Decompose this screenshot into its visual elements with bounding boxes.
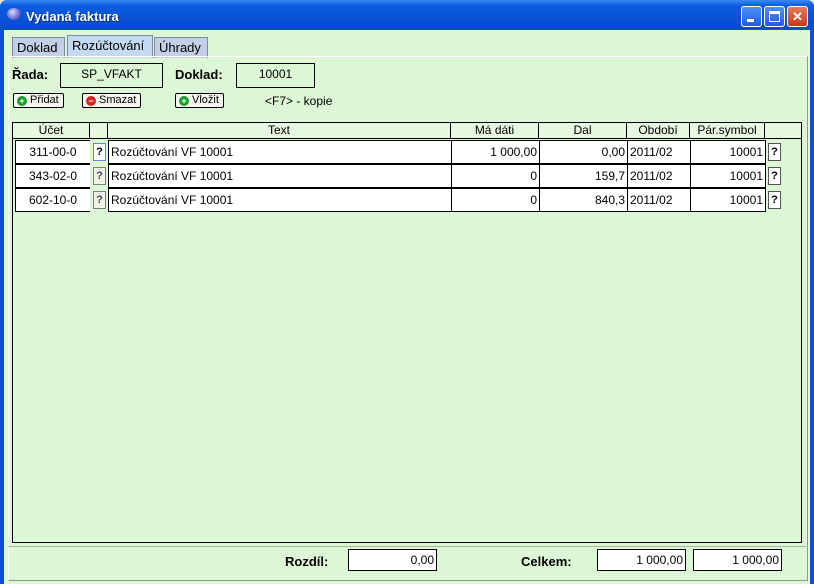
maximize-icon xyxy=(769,11,780,22)
cell-obdobi[interactable]: 2011/02 xyxy=(627,188,690,212)
cell-text[interactable]: Rozúčtování VF 10001 xyxy=(108,188,451,212)
delete-button-label: Smazat xyxy=(99,94,137,106)
doklad-field[interactable]: 10001 xyxy=(236,63,315,88)
accounting-grid: Účet Text Má dáti Dal Období Pár.symbol … xyxy=(12,122,802,543)
doklad-label: Doklad: xyxy=(175,67,223,82)
footer-divider xyxy=(8,546,808,547)
copy-hint: <F7> - kopie xyxy=(265,94,333,108)
cell-text[interactable]: Rozúčtování VF 10001 xyxy=(108,140,451,164)
invoice-window: Vydaná faktura ✕ Doklad Rozúčtování Úhra… xyxy=(0,0,814,584)
delete-button[interactable]: − Smazat xyxy=(82,93,142,108)
cell-par-symbol[interactable]: 10001 xyxy=(690,140,766,164)
rozdil-field: 0,00 xyxy=(348,549,437,571)
column-header-ma-dati[interactable]: Má dáti xyxy=(451,123,539,139)
rozdil-label: Rozdíl: xyxy=(285,554,329,569)
cell-ucet[interactable]: 602-10-0 xyxy=(15,188,90,212)
app-icon xyxy=(7,8,21,20)
maximize-button[interactable] xyxy=(764,6,785,27)
celkem-label: Celkem: xyxy=(521,554,572,569)
rada-field[interactable]: SP_VFAKT xyxy=(60,63,163,88)
table-row[interactable]: 602-10-0 ? Rozúčtování VF 10001 0 840,3 … xyxy=(13,188,803,212)
column-header-dal[interactable]: Dal xyxy=(539,123,627,139)
cell-dal[interactable]: 159,7 xyxy=(539,164,627,188)
symbol-lookup-button[interactable]: ? xyxy=(768,191,781,209)
cell-ucet[interactable]: 343-02-0 xyxy=(15,164,90,188)
celkem-ma-dati-field: 1 000,00 xyxy=(597,549,686,571)
cell-dal[interactable]: 0,00 xyxy=(539,140,627,164)
insert-button[interactable]: + Vložit xyxy=(175,93,224,108)
tab-rozuctovani[interactable]: Rozúčtování xyxy=(67,35,153,58)
tab-uhrady[interactable]: Úhrady xyxy=(154,37,208,58)
cell-ma-dati[interactable]: 1 000,00 xyxy=(451,140,539,164)
column-header-obdobi[interactable]: Období xyxy=(627,123,690,139)
minimize-button[interactable] xyxy=(741,6,762,27)
add-button-label: Přidat xyxy=(30,94,59,106)
window-client: Doklad Rozúčtování Úhrady Řada: SP_VFAKT… xyxy=(4,30,810,584)
symbol-lookup-button[interactable]: ? xyxy=(768,143,781,161)
minimize-icon xyxy=(747,19,754,22)
account-lookup-button[interactable]: ? xyxy=(93,143,106,161)
window-title: Vydaná faktura xyxy=(26,9,119,24)
column-header-lookup xyxy=(90,123,108,139)
account-lookup-button[interactable]: ? xyxy=(93,167,106,185)
close-button[interactable]: ✕ xyxy=(787,6,808,27)
cell-dal[interactable]: 840,3 xyxy=(539,188,627,212)
column-header-par-symbol[interactable]: Pár.symbol xyxy=(690,123,765,139)
table-row[interactable]: 311-00-0 ? Rozúčtování VF 10001 1 000,00… xyxy=(13,140,803,164)
plus-icon: + xyxy=(17,96,27,106)
cell-par-symbol[interactable]: 10001 xyxy=(690,188,766,212)
cell-ucet[interactable]: 311-00-0 xyxy=(15,140,90,164)
plus-icon: + xyxy=(179,96,189,106)
account-lookup-button[interactable]: ? xyxy=(93,191,106,209)
column-header-end xyxy=(765,123,801,139)
cell-par-symbol[interactable]: 10001 xyxy=(690,164,766,188)
cell-ma-dati[interactable]: 0 xyxy=(451,164,539,188)
symbol-lookup-button[interactable]: ? xyxy=(768,167,781,185)
cell-ma-dati[interactable]: 0 xyxy=(451,188,539,212)
cell-obdobi[interactable]: 2011/02 xyxy=(627,140,690,164)
rada-label: Řada: xyxy=(12,67,49,82)
minus-icon: − xyxy=(86,96,96,106)
table-row[interactable]: 343-02-0 ? Rozúčtování VF 10001 0 159,7 … xyxy=(13,164,803,188)
tab-doklad[interactable]: Doklad xyxy=(12,37,65,58)
title-bar[interactable]: Vydaná faktura ✕ xyxy=(0,0,814,30)
celkem-dal-field: 1 000,00 xyxy=(693,549,782,571)
insert-button-label: Vložit xyxy=(192,94,219,106)
column-header-ucet[interactable]: Účet xyxy=(13,123,90,139)
add-button[interactable]: + Přidat xyxy=(13,93,64,108)
cell-obdobi[interactable]: 2011/02 xyxy=(627,164,690,188)
close-icon: ✕ xyxy=(792,9,803,24)
column-header-text[interactable]: Text xyxy=(108,123,451,139)
cell-text[interactable]: Rozúčtování VF 10001 xyxy=(108,164,451,188)
